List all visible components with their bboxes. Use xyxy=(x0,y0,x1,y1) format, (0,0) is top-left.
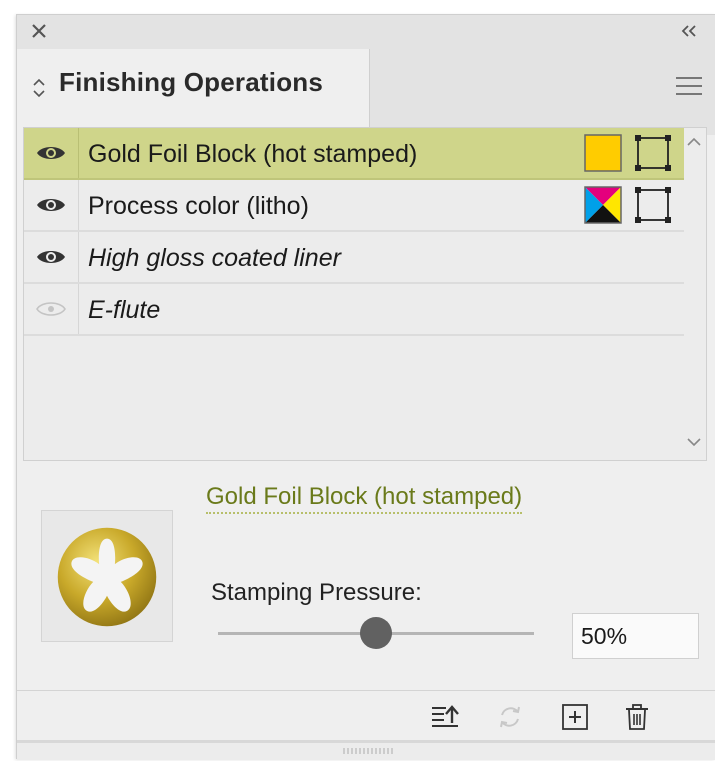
visibility-toggle[interactable] xyxy=(24,128,79,178)
move-to-top-icon[interactable] xyxy=(430,703,460,731)
foil-preview-thumbnail xyxy=(41,510,173,642)
close-icon[interactable] xyxy=(28,20,50,42)
visibility-toggle[interactable] xyxy=(24,284,79,334)
operations-list[interactable]: Gold Foil Block (hot stamped) Process co… xyxy=(23,127,707,461)
operation-name: Gold Foil Block (hot stamped) xyxy=(88,140,418,168)
operation-name: Process color (litho) xyxy=(88,192,309,220)
eye-icon xyxy=(37,251,65,263)
up-down-arrows-icon[interactable] xyxy=(31,75,47,101)
stamping-pressure-label: Stamping Pressure: xyxy=(211,579,422,606)
resize-grip-bar[interactable] xyxy=(17,740,715,760)
operation-name: E-flute xyxy=(88,296,161,324)
tab-row: Finishing Operations xyxy=(17,49,715,135)
cmyk-swatch[interactable] xyxy=(584,186,622,224)
list-item[interactable]: High gloss coated liner xyxy=(24,232,684,284)
visibility-toggle[interactable] xyxy=(24,232,79,282)
eye-icon xyxy=(37,147,65,159)
finishing-operations-panel: Finishing Operations Gold Foil Block (ho… xyxy=(16,14,715,760)
list-item[interactable]: Process color (litho) xyxy=(24,180,684,232)
eye-hidden-icon xyxy=(36,302,66,316)
hamburger-menu-icon[interactable] xyxy=(675,75,703,97)
double-chevron-left-icon[interactable] xyxy=(677,20,701,42)
scroll-up-icon[interactable] xyxy=(686,136,702,148)
trash-icon[interactable] xyxy=(622,703,652,731)
tab-label: Finishing Operations xyxy=(59,67,324,97)
refresh-icon[interactable] xyxy=(495,703,525,731)
operation-name: High gloss coated liner xyxy=(88,244,341,272)
gold-swatch[interactable] xyxy=(584,134,622,172)
pressure-slider-handle[interactable] xyxy=(360,617,392,649)
visibility-toggle[interactable] xyxy=(24,180,79,230)
stroke-box-icon[interactable] xyxy=(634,186,672,224)
panel-title-bar xyxy=(17,15,715,49)
add-icon[interactable] xyxy=(560,703,590,731)
pressure-input[interactable] xyxy=(572,613,699,659)
tab-finishing-operations[interactable]: Finishing Operations xyxy=(17,49,370,135)
eye-icon xyxy=(37,199,65,211)
list-item[interactable]: Gold Foil Block (hot stamped) xyxy=(24,128,684,180)
selected-operation-title[interactable]: Gold Foil Block (hot stamped) xyxy=(206,483,523,514)
list-item[interactable]: E-flute xyxy=(24,284,684,336)
bottom-toolbar xyxy=(17,690,715,740)
scroll-down-icon[interactable] xyxy=(686,436,702,448)
resize-grip-icon xyxy=(343,748,393,754)
stroke-box-icon[interactable] xyxy=(634,134,672,172)
